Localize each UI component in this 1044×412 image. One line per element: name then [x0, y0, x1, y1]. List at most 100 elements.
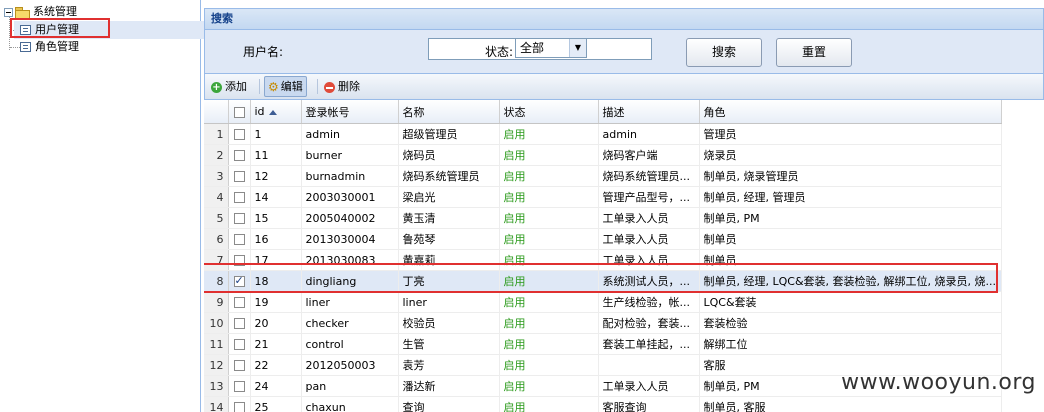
- tree-connector: [10, 47, 20, 49]
- row-checkbox-cell: [228, 375, 251, 397]
- cell-status: 启用: [499, 228, 599, 250]
- cell-name: 超级管理员: [398, 123, 500, 145]
- column-header-name[interactable]: 名称: [398, 100, 500, 124]
- grid-toolbar: + 添加 ⚙ 编辑 删除: [204, 74, 1044, 100]
- cell-status: 启用: [499, 207, 599, 229]
- main-panel: 搜索 用户名: 状态: 全部 ▼ 搜索 重置 + 添加 ⚙ 编辑 删除 id 登…: [204, 0, 1044, 412]
- column-header-account[interactable]: 登录帐号: [301, 100, 399, 124]
- row-checkbox[interactable]: [233, 129, 245, 140]
- row-checkbox[interactable]: [233, 339, 245, 350]
- watermark: www.wooyun.org: [841, 370, 1036, 395]
- table-row[interactable]: 3 12 burnadmin 烧码系统管理员 启用 烧码系统管理员... 制单员, 烧录管理…: [204, 165, 1002, 187]
- row-checkbox[interactable]: [233, 402, 245, 412]
- row-checkbox-cell: [228, 249, 251, 271]
- row-checkbox-cell: [228, 186, 251, 208]
- select-all-checkbox[interactable]: [233, 106, 245, 118]
- cell-account: liner: [301, 291, 399, 313]
- column-header-id[interactable]: id: [250, 100, 302, 124]
- add-button[interactable]: + 添加: [211, 77, 247, 96]
- cell-description: 套装工单挂起，...: [598, 333, 700, 355]
- delete-button-label: 删除: [338, 80, 360, 93]
- row-number: 9: [204, 291, 229, 313]
- row-checkbox-cell: [228, 291, 251, 313]
- cell-description: 客服查询: [598, 396, 700, 412]
- row-checkbox[interactable]: [233, 213, 245, 224]
- row-number: 11: [204, 333, 229, 355]
- cell-role: 解绑工位: [699, 333, 1002, 355]
- page-icon: [20, 42, 31, 52]
- cell-description: [598, 354, 700, 376]
- table-row[interactable]: 8 18dingliang丁亮启用系统测试人员，...制单员, 经理, LQC&套…: [204, 270, 1002, 292]
- row-number: 10: [204, 312, 229, 334]
- row-checkbox-cell: [228, 144, 251, 166]
- table-row[interactable]: 6 16 2013030004 鲁苑琴 启用 工单录入人员 制单员: [204, 228, 1002, 250]
- cell-role: 制单员: [699, 228, 1002, 250]
- cell-description: 工单录入人员: [598, 375, 700, 397]
- cell-role: 制单员: [699, 249, 1002, 271]
- table-row[interactable]: 7 17 2013030083 黄嘉莉 启用 工单录入人员 制单员: [204, 249, 1002, 271]
- cell-description: 生产线检验，帐...: [598, 291, 700, 313]
- select-all-header[interactable]: [228, 100, 251, 124]
- search-panel: 搜索 用户名: 状态: 全部 ▼ 搜索 重置: [204, 8, 1044, 74]
- row-number: 8: [204, 270, 229, 292]
- delete-icon: [324, 81, 335, 93]
- cell-status: 启用: [499, 144, 599, 166]
- cell-status: 启用: [499, 249, 599, 271]
- row-checkbox[interactable]: [233, 318, 245, 329]
- cell-name: 查询: [398, 396, 500, 412]
- edit-button-label: 编辑: [280, 80, 303, 93]
- status-select[interactable]: 全部 ▼: [515, 38, 587, 58]
- cell-name: 梁启光: [398, 186, 500, 208]
- tree-node-role-management[interactable]: 角色管理: [20, 38, 79, 56]
- cell-id: 12: [250, 165, 302, 187]
- collapse-icon[interactable]: [4, 7, 13, 17]
- cell-description: 工单录入人员: [598, 249, 700, 271]
- cell-id: 16: [250, 228, 302, 250]
- column-header-role[interactable]: 角色: [699, 100, 1002, 124]
- status-label: 状态:: [485, 45, 514, 59]
- cell-id: 11: [250, 144, 302, 166]
- row-checkbox[interactable]: [233, 297, 245, 308]
- chevron-down-icon[interactable]: ▼: [569, 39, 586, 57]
- table-row[interactable]: 10 20 checker 校验员 启用 配对检验，套装... 套装检验: [204, 312, 1002, 334]
- cell-status: 启用: [499, 123, 599, 145]
- row-checkbox[interactable]: [233, 150, 245, 161]
- table-row[interactable]: 14 25 chaxun 查询 启用 客服查询 制单员, 客服: [204, 396, 1002, 412]
- row-checkbox-cell: [228, 165, 251, 187]
- cell-role: 制单员, 经理, LQC&套装, 套装检验, 解绑工位, 烧录员, 烧...: [699, 270, 1002, 292]
- cell-id: 1: [250, 123, 302, 145]
- table-row[interactable]: 2 11 burner 烧码员 启用 烧码客户端 烧录员: [204, 144, 1002, 166]
- table-row[interactable]: 1 1 admin 超级管理员 启用 admin 管理员: [204, 123, 1002, 145]
- cell-name: 生管: [398, 333, 500, 355]
- table-row[interactable]: 5 15 2005040002 黄玉清 启用 工单录入人员 制单员, PM: [204, 207, 1002, 229]
- row-checkbox[interactable]: [233, 171, 245, 182]
- table-row[interactable]: 4 14 2003030001 梁启光 启用 管理产品型号，... 制单员, 经理, 管理员: [204, 186, 1002, 208]
- cell-account: 2012050003: [301, 354, 399, 376]
- column-header-status[interactable]: 状态: [499, 100, 599, 124]
- cell-role: 制单员, PM: [699, 207, 1002, 229]
- table-row[interactable]: 11 21 control 生管 启用 套装工单挂起，... 解绑工位: [204, 333, 1002, 355]
- column-header-description[interactable]: 描述: [598, 100, 700, 124]
- row-checkbox[interactable]: [233, 192, 245, 203]
- row-checkbox[interactable]: [233, 360, 245, 371]
- delete-button[interactable]: 删除: [324, 77, 360, 96]
- row-checkbox-cell: [228, 354, 251, 376]
- row-checkbox-cell: [228, 396, 251, 412]
- row-number: 2: [204, 144, 229, 166]
- reset-button[interactable]: 重置: [776, 38, 852, 67]
- row-checkbox[interactable]: [233, 255, 245, 266]
- row-checkbox[interactable]: [233, 381, 245, 392]
- user-grid: id 登录帐号 名称 状态 描述 角色 1 1 admin 超级管理员 启用 admin 管…: [204, 100, 1044, 412]
- cell-account: burnadmin: [301, 165, 399, 187]
- table-row[interactable]: 9 19 liner liner 启用 生产线检验，帐... LQC&套装: [204, 291, 1002, 313]
- row-checkbox[interactable]: [233, 234, 245, 245]
- row-checkbox[interactable]: [233, 274, 245, 287]
- edit-button[interactable]: ⚙ 编辑: [264, 76, 307, 97]
- table-header-row: id 登录帐号 名称 状态 描述 角色: [204, 100, 1002, 124]
- search-button[interactable]: 搜索: [686, 38, 762, 67]
- cell-description: admin: [598, 123, 700, 145]
- cell-account: chaxun: [301, 396, 399, 412]
- nav-tree: 系统管理 用户管理 角色管理: [0, 0, 206, 412]
- cell-description: 管理产品型号，...: [598, 186, 700, 208]
- row-checkbox-cell: [228, 312, 251, 334]
